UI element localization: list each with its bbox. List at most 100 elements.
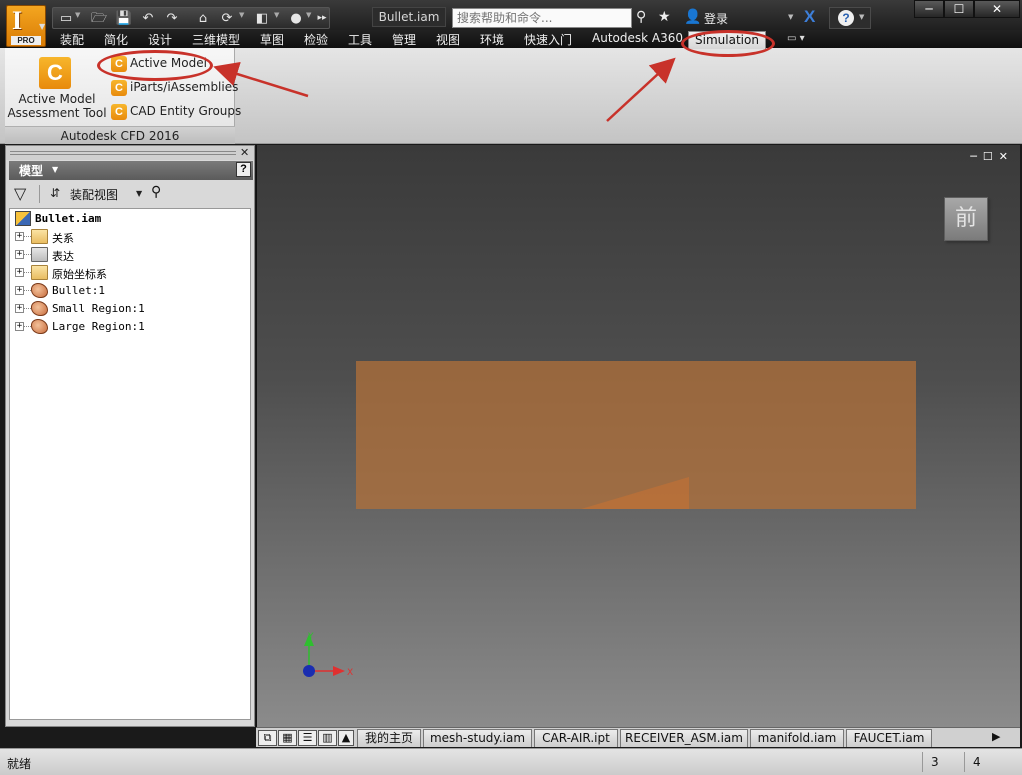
doc-tab-my-home[interactable]: 我的主页 (357, 729, 421, 747)
view-dropdown-icon[interactable]: ▼ (136, 189, 142, 198)
representations-icon (31, 247, 48, 262)
search-input[interactable] (452, 8, 632, 28)
doc-tab-car-air[interactable]: CAR-AIR.ipt (534, 729, 618, 747)
minimize-window-button[interactable]: ─ (914, 0, 944, 18)
status-bar: 就绪 3 4 (0, 748, 1022, 775)
material-icon[interactable]: ◧ (253, 10, 271, 27)
help-group: ? ▼ (829, 7, 871, 29)
expand-icon[interactable]: + (15, 250, 24, 259)
cfd-logo-icon: C (111, 80, 127, 96)
tab-inspect[interactable]: 检验 (304, 31, 328, 48)
viewport-window-controls[interactable]: ─☐✕ (970, 150, 1014, 163)
appearance-icon[interactable]: ● (287, 10, 305, 27)
axis-x-label: X (347, 668, 353, 678)
exchange-apps-icon[interactable]: X (804, 7, 815, 27)
viewcube[interactable]: 前 (944, 197, 988, 241)
undo-icon[interactable]: ↶ (139, 10, 157, 27)
ribbon-options-icon[interactable]: ▭ ▾ (787, 33, 805, 44)
tab-sketch[interactable]: 草图 (260, 31, 284, 48)
cfd-logo-icon: C (111, 104, 127, 120)
assembly-icon (15, 211, 31, 226)
axis-y-label: Y (307, 632, 314, 642)
large-region-body[interactable] (356, 361, 916, 509)
login-dropdown-icon[interactable]: ▼ (788, 13, 793, 21)
toolbar-separator (39, 185, 40, 203)
annotation-oval-simulation (681, 30, 775, 57)
open-folder-icon[interactable]: 🗁 (90, 10, 108, 27)
overflow-icon[interactable]: ▸▸ (313, 10, 331, 27)
app-menu-dropdown-icon[interactable]: ▼ (39, 22, 45, 31)
doc-tab-mesh-study[interactable]: mesh-study.iam (423, 729, 532, 747)
tab-environments[interactable]: 环境 (480, 31, 504, 48)
assembly-view-icon[interactable]: ⇵ (50, 186, 60, 200)
user-icon[interactable]: 👤 (684, 9, 701, 25)
browser-header[interactable]: 模型 ▼ ? (9, 161, 253, 180)
find-binoculars-icon[interactable]: ⚲ (151, 184, 161, 200)
cfd-logo-icon: C (39, 57, 71, 89)
folder-icon (31, 265, 48, 280)
folder-icon (31, 229, 48, 244)
expand-icon[interactable]: + (15, 232, 24, 241)
document-title: Bullet.iam (372, 7, 446, 27)
browser-grip[interactable] (6, 146, 254, 160)
model-browser: ✕ 模型 ▼ ? ▽ ⇵ 装配视图 ▼ ⚲ Bullet.iam + 关系 + … (5, 145, 255, 727)
expand-icon[interactable]: + (15, 268, 24, 277)
tab-view[interactable]: 视图 (436, 31, 460, 48)
expand-icon[interactable]: + (15, 304, 24, 313)
new-file-icon[interactable]: ▭ (57, 10, 75, 27)
close-window-button[interactable]: ✕ (974, 0, 1020, 18)
help-icon[interactable]: ? (236, 162, 251, 177)
favorites-star-icon[interactable]: ★ (658, 9, 671, 25)
window-list-icon[interactable]: ▲ (338, 730, 354, 746)
redo-icon[interactable]: ↷ (163, 10, 181, 27)
tab-assemble[interactable]: 装配 (60, 31, 84, 48)
doc-tab-receiver-asm[interactable]: RECEIVER_ASM.iam (620, 729, 748, 747)
part-icon (31, 283, 48, 298)
tab-manage[interactable]: 管理 (392, 31, 416, 48)
document-tab-bar: ⧉ ▦ ☰ ▥ ▲ 我的主页 mesh-study.iam CAR-AIR.ip… (256, 727, 1020, 747)
status-cell-occurrences: 3 (922, 752, 964, 772)
tab-design[interactable]: 设计 (148, 31, 172, 48)
update-icon[interactable]: ⟳ (218, 10, 236, 27)
ribbon-tab-bar: 装配 简化 设计 三维模型 草图 检验 工具 管理 视图 环境 快速入门 Aut… (0, 30, 1022, 48)
tile-windows-icon[interactable]: ▦ (278, 730, 297, 746)
part-icon (31, 301, 48, 316)
tile-horizontal-icon[interactable]: ☰ (298, 730, 317, 746)
assembly-view-label[interactable]: 装配视图 (70, 186, 118, 203)
tab-autodesk-a360[interactable]: Autodesk A360 (592, 31, 683, 45)
tab-tools[interactable]: 工具 (348, 31, 372, 48)
expand-icon[interactable]: + (15, 322, 24, 331)
annotation-oval-active-model (97, 50, 213, 81)
status-cell-files: 4 (964, 752, 1006, 772)
search-binoculars-icon[interactable]: ⚲ (636, 9, 646, 25)
help-dropdown-icon[interactable]: ▼ (859, 13, 864, 21)
bullet-body[interactable] (356, 361, 916, 509)
new-dropdown-icon[interactable]: ▼ (75, 11, 80, 19)
graphics-viewport[interactable]: ─☐✕ 前 Y X (256, 145, 1020, 727)
doc-tab-manifold[interactable]: manifold.iam (750, 729, 844, 747)
doc-tab-faucet[interactable]: FAUCET.iam (846, 729, 932, 747)
tile-vertical-icon[interactable]: ▥ (318, 730, 337, 746)
tab-3d-model[interactable]: 三维模型 (192, 31, 240, 48)
panel-title: Autodesk CFD 2016 (5, 126, 235, 144)
help-icon[interactable]: ? (838, 10, 854, 26)
login-link[interactable]: 登录 (704, 10, 728, 27)
close-browser-icon[interactable]: ✕ (240, 146, 249, 159)
expand-icon[interactable]: + (15, 286, 24, 295)
home-icon[interactable]: ⌂ (194, 10, 212, 27)
tab-get-started[interactable]: 快速入门 (524, 31, 572, 48)
model-tree: Bullet.iam + 关系 + 表达 + 原始坐标系 + Bullet:1 … (9, 208, 251, 720)
browser-title-dropdown-icon[interactable]: ▼ (52, 165, 58, 174)
appearance-dropdown-icon[interactable]: ▼ (306, 11, 311, 19)
save-icon[interactable]: 💾 (115, 10, 133, 27)
filter-icon[interactable]: ▽ (14, 184, 26, 203)
material-dropdown-icon[interactable]: ▼ (274, 11, 279, 19)
assessment-tool-label: Active Model Assessment Tool (7, 92, 107, 120)
update-dropdown-icon[interactable]: ▼ (239, 11, 244, 19)
cascade-windows-icon[interactable]: ⧉ (258, 730, 277, 746)
title-bar: ▭ ▼ 🗁 💾 ↶ ↷ ⌂ ⟳ ▼ ◧ ▼ ● ▼ ▸▸ Bullet.iam … (0, 0, 1022, 30)
maximize-window-button[interactable]: ☐ (944, 0, 974, 18)
edition-badge: PRO (11, 36, 41, 45)
tab-scroll-right-icon[interactable]: ▶ (992, 730, 1000, 743)
tab-simplify[interactable]: 简化 (104, 31, 128, 48)
